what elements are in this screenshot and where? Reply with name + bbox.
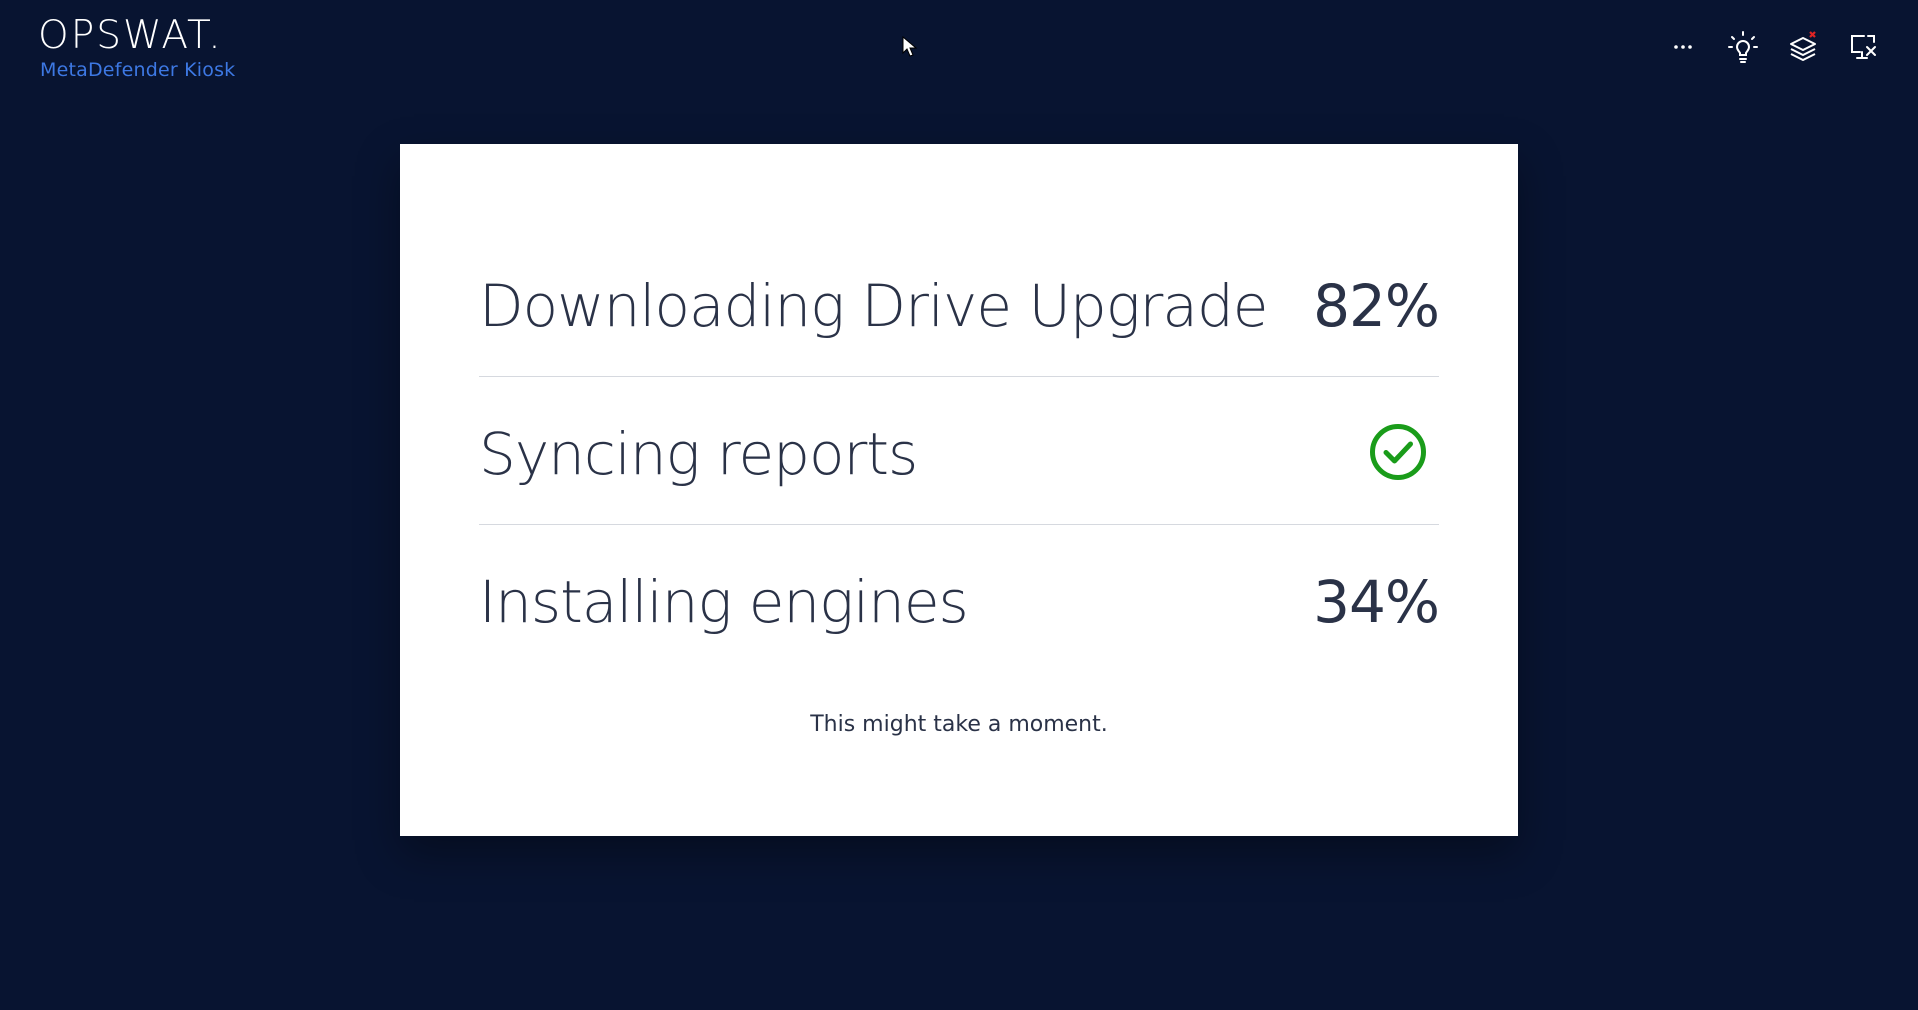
upgrade-progress-card: Downloading Drive Upgrade 82% Syncing re… [400,144,1518,836]
opswat-logo: OPSWAT. MetaDefender Kiosk [38,14,235,82]
progress-label: Syncing reports [479,420,918,488]
wait-note: This might take a moment. [810,712,1108,737]
network-disconnected-icon[interactable] [1846,30,1880,64]
logo-wordmark: OPSWAT. [38,13,223,58]
check-circle-icon [1370,424,1426,480]
progress-row-download: Downloading Drive Upgrade 82% [479,229,1440,377]
progress-percent: 82% [1313,272,1440,340]
product-name: MetaDefender Kiosk [40,59,236,81]
lightbulb-icon[interactable] [1726,30,1760,64]
progress-percent: 34% [1313,568,1440,636]
progress-label: Downloading Drive Upgrade [479,272,1268,340]
progress-list: Downloading Drive Upgrade 82% Syncing re… [479,229,1440,672]
layers-error-icon[interactable] [1786,30,1820,64]
progress-row-sync: Syncing reports [479,377,1439,525]
more-icon[interactable] [1666,30,1700,64]
mouse-cursor-icon [902,36,918,57]
progress-label: Installing engines [479,568,969,636]
progress-row-install: Installing engines 34% [479,525,1440,672]
top-toolbar [1640,30,1880,64]
